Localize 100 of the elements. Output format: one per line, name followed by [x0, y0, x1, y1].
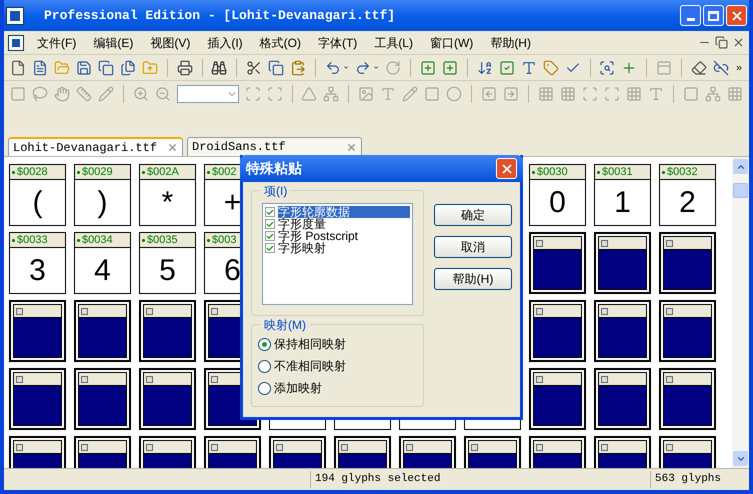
glyph-icon [146, 376, 153, 382]
group-label: 映射(M) [260, 316, 310, 334]
paste-icon[interactable] [290, 60, 306, 76]
glyph-cell[interactable]: $002A * [139, 164, 196, 226]
glyph-character: 3 [29, 256, 46, 286]
maximize-button[interactable] [703, 5, 724, 26]
glyph-icon [146, 444, 153, 450]
radio-button[interactable] [258, 382, 271, 394]
text-icon[interactable] [520, 60, 537, 76]
restore-icon[interactable] [715, 36, 728, 49]
dialog-button[interactable]: 取消 [434, 236, 512, 258]
new-file-icon[interactable] [10, 60, 26, 76]
close-icon[interactable] [732, 36, 745, 49]
zoom-dropdown[interactable] [176, 85, 239, 103]
empty-glyph-cell[interactable] [529, 232, 586, 294]
glyph-icon [341, 444, 348, 450]
glyph-cell[interactable]: $0033 3 [9, 232, 66, 294]
menu-item[interactable]: 格式(O) [252, 34, 309, 52]
empty-glyph-cell[interactable] [74, 368, 131, 430]
menu-item[interactable]: 字体(T) [310, 34, 366, 52]
dialog-button[interactable]: 帮助(H) [434, 268, 512, 290]
list-item[interactable]: 字形度量 [278, 218, 326, 230]
radio-label: 保持相同映射 [274, 336, 346, 353]
empty-glyph-cell[interactable] [529, 368, 586, 430]
redo-icon[interactable] [354, 60, 371, 76]
file-tab[interactable]: Lohit-Devanagari.ttf [8, 137, 183, 156]
add-glyph-icon[interactable] [420, 60, 436, 76]
eraser-icon[interactable] [690, 60, 707, 76]
nodes-icon[interactable] [323, 86, 340, 102]
close-icon [730, 8, 744, 22]
menu-item[interactable]: 视图(V) [142, 34, 198, 52]
checkbox[interactable] [265, 219, 275, 229]
checkbox-icon[interactable] [498, 60, 515, 76]
copy-file-icon[interactable] [98, 60, 114, 76]
preview-icon[interactable] [599, 60, 616, 76]
glyph-icon [81, 444, 88, 450]
empty-glyph-cell[interactable] [659, 232, 716, 294]
binoculars-icon[interactable] [211, 60, 228, 76]
empty-glyph-cell[interactable] [9, 300, 66, 362]
radio-button[interactable] [258, 338, 271, 350]
glyph-code: $0030 [537, 166, 568, 178]
minimize-button[interactable] [680, 5, 701, 26]
empty-glyph-cell[interactable] [594, 232, 651, 294]
items-list[interactable]: 字形轮廓数据 字形度量 字形 Postscript 字形映射 [262, 203, 413, 305]
checkbox[interactable] [265, 207, 275, 217]
empty-glyph-cell[interactable] [659, 368, 716, 430]
menu-item[interactable]: 帮助(H) [482, 34, 539, 52]
empty-glyph-cell[interactable] [594, 368, 651, 430]
empty-glyph-cell[interactable] [9, 368, 66, 430]
close-icon[interactable] [346, 142, 357, 152]
document-icon[interactable] [32, 60, 48, 76]
close-icon[interactable] [167, 142, 178, 153]
dialog-button[interactable]: 确定 [434, 204, 512, 226]
glyph-cell[interactable]: $0032 2 [659, 164, 716, 226]
list-item[interactable]: 字形 Postscript [278, 230, 358, 242]
copy-icon[interactable] [268, 60, 284, 76]
window-title: Professional Edition - [Lohit-Devanagari.ttf] [44, 6, 396, 25]
menu-item[interactable]: 文件(F) [29, 34, 84, 52]
menu-item[interactable]: 工具(L) [366, 34, 421, 52]
add-icon[interactable] [442, 60, 458, 76]
file-tab[interactable]: DroidSans.ttf [187, 137, 362, 156]
menu-item[interactable]: 编辑(E) [85, 34, 142, 52]
unlink-icon[interactable] [712, 60, 729, 76]
close-button[interactable] [496, 158, 517, 179]
glyph-cell[interactable]: $0029 ) [74, 164, 131, 226]
tag-icon[interactable] [542, 60, 559, 76]
close-button[interactable] [726, 5, 747, 26]
undo-icon[interactable] [324, 60, 341, 76]
list-item[interactable]: 字形映射 [278, 242, 326, 254]
scroll-thumb[interactable] [733, 183, 748, 198]
save-icon[interactable] [76, 60, 92, 76]
scroll-up-button[interactable] [733, 159, 748, 174]
glyph-character: 6 [224, 256, 241, 286]
empty-glyph-cell[interactable] [659, 300, 716, 362]
empty-glyph-cell[interactable] [594, 300, 651, 362]
files-icon[interactable] [120, 60, 136, 76]
scissors-icon[interactable] [246, 60, 262, 76]
list-item[interactable]: 字形轮廓数据 [278, 206, 410, 218]
glyph-icon [406, 444, 413, 450]
empty-glyph-cell[interactable] [139, 300, 196, 362]
empty-glyph-cell[interactable] [139, 368, 196, 430]
glyph-character: 1 [614, 188, 631, 218]
glyph-cell[interactable]: $0028 ( [9, 164, 66, 226]
glyph-icon [146, 308, 153, 314]
glyph-cell[interactable]: $0034 4 [74, 232, 131, 294]
menu-item[interactable]: 窗口(W) [422, 34, 482, 52]
sort-icon[interactable] [476, 60, 493, 76]
glyph-cell[interactable]: $0035 5 [139, 232, 196, 294]
checkbox[interactable] [265, 243, 275, 253]
glyph-icon [276, 444, 283, 450]
glyph-cell[interactable]: $0030 0 [529, 164, 586, 226]
checkbox[interactable] [265, 231, 275, 241]
glyph-cell[interactable]: $0031 1 [594, 164, 651, 226]
scrollbar[interactable] [732, 157, 749, 468]
empty-glyph-cell[interactable] [74, 300, 131, 362]
scroll-down-button[interactable] [733, 451, 748, 466]
menu-item[interactable]: 插入(I) [199, 34, 251, 52]
radio-button[interactable] [258, 360, 271, 372]
empty-glyph-cell[interactable] [529, 300, 586, 362]
printer-icon[interactable] [176, 60, 193, 76]
